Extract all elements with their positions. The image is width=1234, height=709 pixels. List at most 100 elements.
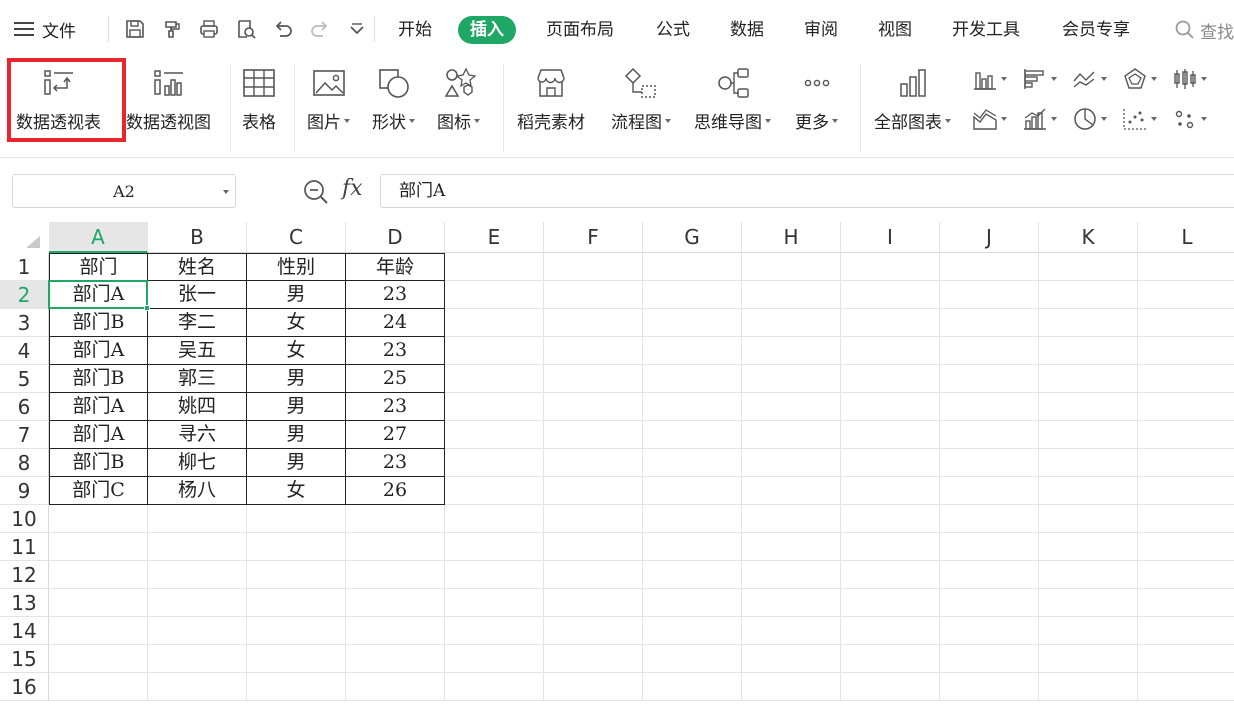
cell-g16[interactable] <box>643 673 742 701</box>
cell-g2[interactable] <box>643 281 742 309</box>
redo-icon[interactable] <box>301 14 338 44</box>
cell-j10[interactable] <box>940 505 1039 533</box>
cell-h12[interactable] <box>742 561 841 589</box>
cell-j7[interactable] <box>940 421 1039 449</box>
name-box[interactable]: A2 <box>12 174 236 208</box>
cell-k6[interactable] <box>1039 393 1138 421</box>
cell-i9[interactable] <box>841 477 940 505</box>
zoom-formula-icon[interactable] <box>302 178 330 206</box>
cell-j1[interactable] <box>940 253 1039 281</box>
cell-e15[interactable] <box>445 645 544 673</box>
shape-button[interactable]: 形状 <box>372 64 415 140</box>
cell-j15[interactable] <box>940 645 1039 673</box>
cell-e8[interactable] <box>445 449 544 477</box>
save-icon[interactable] <box>116 14 153 44</box>
cell-j3[interactable] <box>940 309 1039 337</box>
cell-h3[interactable] <box>742 309 841 337</box>
cell-j16[interactable] <box>940 673 1039 701</box>
row-header-9[interactable]: 9 <box>0 477 49 505</box>
line-chart-button[interactable] <box>1072 64 1118 94</box>
cell-e5[interactable] <box>445 365 544 393</box>
cell-g9[interactable] <box>643 477 742 505</box>
cell-j9[interactable] <box>940 477 1039 505</box>
cell-c4[interactable]: 女 <box>247 337 346 365</box>
cell-i7[interactable] <box>841 421 940 449</box>
column-header-d[interactable]: D <box>346 222 445 253</box>
area-chart-button[interactable] <box>972 104 1018 134</box>
cell-f6[interactable] <box>544 393 643 421</box>
cell-i5[interactable] <box>841 365 940 393</box>
undo-icon[interactable] <box>264 14 301 44</box>
cell-b2[interactable]: 张一 <box>148 281 247 309</box>
cell-k16[interactable] <box>1039 673 1138 701</box>
cell-g15[interactable] <box>643 645 742 673</box>
spreadsheet-grid[interactable]: A B C D E F G H I J K L 1 部门 姓名 性别 年龄 2 部门A 张一男 23 3 部门B 李二女 24 4… <box>0 222 1234 709</box>
cell-f4[interactable] <box>544 337 643 365</box>
cell-c3[interactable]: 女 <box>247 309 346 337</box>
cell-a12[interactable] <box>49 561 148 589</box>
cell-c16[interactable] <box>247 673 346 701</box>
cell-k5[interactable] <box>1039 365 1138 393</box>
cell-a10[interactable] <box>49 505 148 533</box>
cell-k2[interactable] <box>1039 281 1138 309</box>
cell-g14[interactable] <box>643 617 742 645</box>
cell-e9[interactable] <box>445 477 544 505</box>
cell-j14[interactable] <box>940 617 1039 645</box>
mindmap-button[interactable]: 思维导图 <box>694 64 771 140</box>
cell-d10[interactable] <box>346 505 445 533</box>
column-header-a[interactable]: A <box>49 222 148 253</box>
cell-d13[interactable] <box>346 589 445 617</box>
tab-data[interactable]: 数据 <box>730 16 764 44</box>
cell-f13[interactable] <box>544 589 643 617</box>
select-all-corner[interactable] <box>0 222 49 253</box>
cell-d5[interactable]: 25 <box>346 365 445 393</box>
cell-b9[interactable]: 杨八 <box>148 477 247 505</box>
cell-l1[interactable] <box>1138 253 1234 281</box>
row-header-4[interactable]: 4 <box>0 337 49 365</box>
cell-c9[interactable]: 女 <box>247 477 346 505</box>
search-button[interactable]: 查找 <box>1174 16 1234 44</box>
tab-review[interactable]: 审阅 <box>804 16 838 44</box>
cell-h10[interactable] <box>742 505 841 533</box>
tab-insert[interactable]: 插入 <box>458 16 516 44</box>
cell-d11[interactable] <box>346 533 445 561</box>
radar-chart-button[interactable] <box>1122 64 1168 94</box>
column-header-j[interactable]: J <box>940 222 1039 253</box>
cell-a5[interactable]: 部门B <box>49 365 148 393</box>
cell-b15[interactable] <box>148 645 247 673</box>
row-header-13[interactable]: 13 <box>0 589 49 617</box>
cell-c5[interactable]: 男 <box>247 365 346 393</box>
cell-h15[interactable] <box>742 645 841 673</box>
cell-a16[interactable] <box>49 673 148 701</box>
row-header-6[interactable]: 6 <box>0 393 49 421</box>
cell-d16[interactable] <box>346 673 445 701</box>
cell-h6[interactable] <box>742 393 841 421</box>
cell-l9[interactable] <box>1138 477 1234 505</box>
column-header-f[interactable]: F <box>544 222 643 253</box>
formula-input[interactable]: 部门A <box>380 174 1234 208</box>
cell-d8[interactable]: 23 <box>346 449 445 477</box>
cell-g5[interactable] <box>643 365 742 393</box>
cell-k9[interactable] <box>1039 477 1138 505</box>
cell-f12[interactable] <box>544 561 643 589</box>
cell-c2[interactable]: 男 <box>247 281 346 309</box>
cell-l4[interactable] <box>1138 337 1234 365</box>
cell-h14[interactable] <box>742 617 841 645</box>
cell-f11[interactable] <box>544 533 643 561</box>
cell-i2[interactable] <box>841 281 940 309</box>
insert-function-button[interactable]: fx <box>342 176 363 201</box>
cell-b12[interactable] <box>148 561 247 589</box>
customize-toolbar-icon[interactable] <box>338 14 375 44</box>
cell-g8[interactable] <box>643 449 742 477</box>
bubble-chart-button[interactable] <box>1172 104 1218 134</box>
cell-k13[interactable] <box>1039 589 1138 617</box>
cell-g6[interactable] <box>643 393 742 421</box>
row-header-12[interactable]: 12 <box>0 561 49 589</box>
cell-j4[interactable] <box>940 337 1039 365</box>
cell-h4[interactable] <box>742 337 841 365</box>
cell-a14[interactable] <box>49 617 148 645</box>
cell-h13[interactable] <box>742 589 841 617</box>
column-header-c[interactable]: C <box>247 222 346 253</box>
cell-c10[interactable] <box>247 505 346 533</box>
cell-f8[interactable] <box>544 449 643 477</box>
